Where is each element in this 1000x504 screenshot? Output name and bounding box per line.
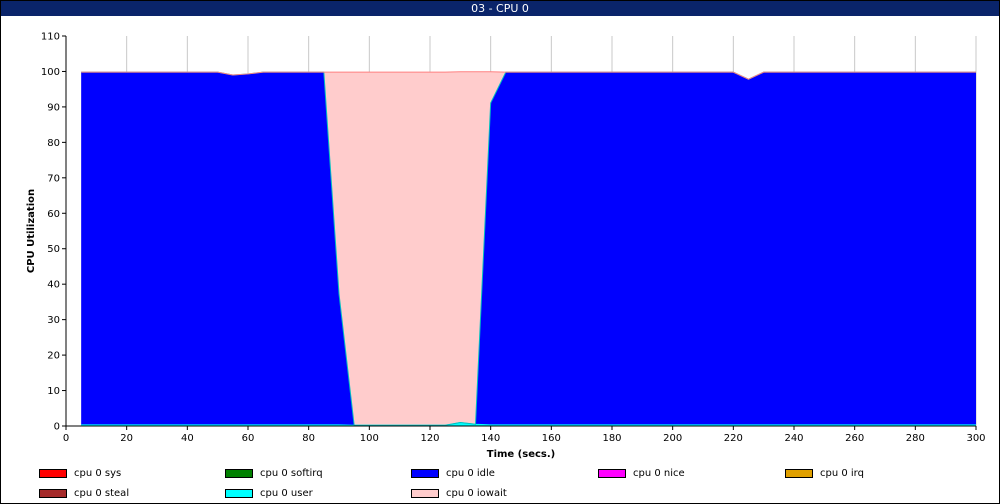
legend-swatch: [411, 468, 439, 478]
legend-item: cpu 0 steal: [39, 487, 129, 499]
cpu-utilization-chart: 0 10 20 30 40 50 60 70 80 90 100 110 0 20 40 60 80 100 120…: [26, 32, 986, 461]
legend-swatch: [39, 468, 67, 478]
x-axis-label: Time (secs.): [487, 449, 556, 460]
legend-label: cpu 0 sys: [74, 467, 122, 479]
legend-swatch: [225, 468, 253, 478]
area-cpu-0-idle: [81, 72, 976, 426]
y-axis-label: CPU Utilization: [26, 189, 37, 273]
x-tick-label: 200: [663, 433, 682, 444]
x-tick-label: 280: [906, 433, 925, 444]
legend-swatch: [598, 468, 626, 478]
legend: cpu 0 sys cpu 0 softirq cpu 0 idle cpu 0 ni…: [1, 464, 999, 504]
x-tick-label: 160: [542, 433, 561, 444]
legend-swatch: [225, 488, 253, 498]
legend-item: cpu 0 user: [225, 487, 313, 499]
legend-item: cpu 0 irq: [785, 467, 864, 479]
legend-item: cpu 0 nice: [598, 467, 685, 479]
legend-label: cpu 0 steal: [74, 487, 130, 499]
y-tick-label: 80: [47, 138, 60, 149]
legend-item: cpu 0 sys: [39, 467, 121, 479]
legend-label: cpu 0 softirq: [260, 467, 323, 479]
x-tick-label: 300: [966, 433, 985, 444]
x-tick-label: 80: [302, 433, 315, 444]
y-tick-label: 70: [47, 173, 60, 184]
y-tick-label: 0: [54, 422, 60, 433]
y-tick-label: 30: [47, 315, 60, 326]
y-tick-label: 90: [47, 102, 60, 113]
y-tick-label: 60: [47, 209, 60, 220]
y-tick-label: 100: [41, 67, 60, 78]
x-tick-label: 180: [602, 433, 621, 444]
x-tick-label: 100: [360, 433, 379, 444]
x-tick-label: 120: [420, 433, 439, 444]
chart-window: 03 - CPU 0 0 10 20 30 40 50 60 70 80 90 100 110 0 20 4…: [0, 0, 1000, 504]
x-tick-label: 240: [784, 433, 803, 444]
legend-swatch: [785, 468, 813, 478]
y-tick-label: 110: [41, 32, 60, 43]
legend-label: cpu 0 user: [260, 487, 313, 499]
legend-swatch: [39, 488, 67, 498]
legend-item: cpu 0 idle: [411, 467, 495, 479]
x-tick-label: 220: [724, 433, 743, 444]
legend-label: cpu 0 iowait: [446, 487, 507, 499]
y-tick-label: 10: [47, 386, 60, 397]
y-tick-label: 20: [47, 351, 60, 362]
x-tick-label: 20: [120, 433, 133, 444]
legend-item: cpu 0 iowait: [411, 487, 507, 499]
legend-label: cpu 0 idle: [446, 467, 495, 479]
window-title: 03 - CPU 0: [1, 1, 999, 16]
x-tick-label: 260: [845, 433, 864, 444]
area-series: [81, 71, 976, 426]
x-tick-label: 60: [242, 433, 255, 444]
legend-label: cpu 0 irq: [820, 467, 864, 479]
x-tick-label: 140: [481, 433, 500, 444]
y-tick-label: 40: [47, 280, 60, 291]
y-tick-label: 50: [47, 244, 60, 255]
x-tick-label: 40: [181, 433, 194, 444]
legend-label: cpu 0 nice: [633, 467, 685, 479]
legend-swatch: [411, 488, 439, 498]
legend-item: cpu 0 softirq: [225, 467, 323, 479]
x-tick-label: 0: [63, 433, 69, 444]
